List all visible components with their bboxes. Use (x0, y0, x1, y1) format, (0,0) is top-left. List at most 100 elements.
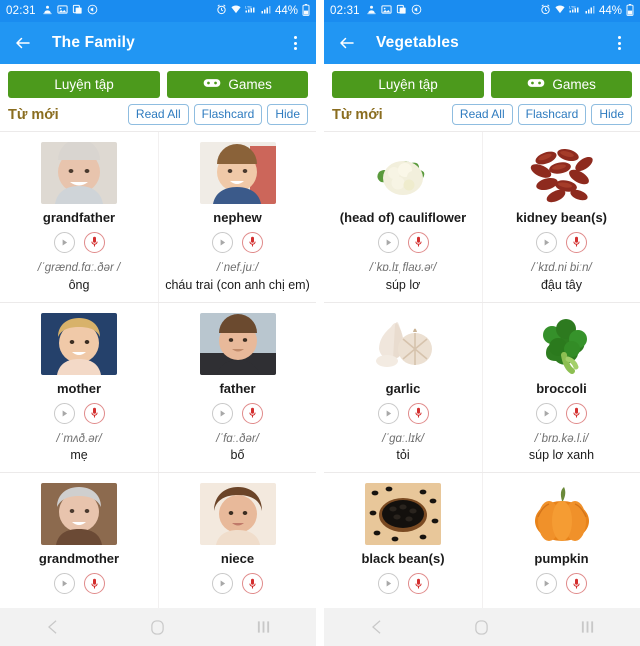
word-grid[interactable]: grandfather /ˈgrænd.fɑː.ðər / ông nephew… (0, 131, 316, 608)
microphone-icon[interactable] (566, 231, 587, 253)
copy-icon (396, 4, 407, 18)
portrait-man-image (199, 312, 276, 375)
word-card[interactable]: garlic /ˈgɑː.lɪk/ tỏi (324, 303, 482, 473)
word-label: (head of) cauliflower (339, 210, 467, 225)
android-nav-bar (324, 608, 640, 646)
word-card[interactable]: nephew /ˈnef.juː/ cháu trai (con anh chị… (158, 132, 316, 302)
word-card[interactable]: mother /ˈmʌð.ər/ mẹ (0, 303, 158, 473)
back-nav-icon[interactable] (357, 613, 397, 641)
phone-screen-vegetables: 02:31 LTE 44% Vegetables Luyện tập Games… (324, 0, 640, 646)
word-card[interactable]: broccoli /ˈbrɒ.kə.l.i/ súp lơ xanh (482, 302, 640, 473)
portrait-elderly-man-image (41, 142, 117, 204)
word-grid[interactable]: (head of) cauliflower /ˈkɒ.lɪˌflaʊ.əʳ/ s… (324, 131, 640, 608)
word-card[interactable]: pumpkin (482, 473, 640, 608)
hide-button[interactable]: Hide (591, 104, 632, 125)
alarm-icon (540, 4, 551, 18)
section-header: Từ mới Read All Flashcard Hide (0, 103, 316, 131)
word-card[interactable]: niece (158, 473, 316, 608)
games-button[interactable]: Games (167, 71, 308, 98)
back-nav-icon[interactable] (33, 613, 73, 641)
word-row: black bean(s) pumpkin (324, 472, 640, 608)
status-bar-notification-icons (366, 4, 422, 18)
microphone-icon[interactable] (242, 573, 263, 595)
word-row: (head of) cauliflower /ˈkɒ.lɪˌflaʊ.əʳ/ s… (324, 131, 640, 302)
lte-signal-icon: LTE (569, 4, 582, 18)
word-audio-controls (536, 402, 587, 424)
play-icon[interactable] (212, 231, 233, 253)
word-card[interactable]: kidney bean(s) /ˈkɪd.ni biːn/ đậu tây (482, 132, 640, 302)
word-card[interactable]: black bean(s) (324, 473, 482, 608)
read-all-button[interactable]: Read All (451, 104, 513, 125)
signal-bars-icon (585, 4, 595, 18)
lte-signal-icon: LTE (245, 4, 258, 18)
gamepad-icon (527, 77, 545, 92)
back-arrow-icon[interactable] (10, 30, 36, 56)
home-nav-icon[interactable] (462, 613, 502, 641)
practice-button-label: Luyện tập (54, 77, 114, 92)
portrait-elderly-woman-image (41, 483, 117, 546)
contacts-sync-icon (42, 4, 53, 18)
microphone-icon[interactable] (83, 573, 105, 595)
word-card[interactable]: father /ˈfɑː.ðər/ bố (158, 302, 316, 473)
kebab-menu-icon[interactable] (608, 30, 630, 56)
microphone-icon[interactable] (83, 402, 105, 424)
play-icon[interactable] (377, 573, 399, 595)
back-arrow-icon[interactable] (334, 30, 360, 56)
play-icon[interactable] (53, 231, 75, 253)
play-icon[interactable] (377, 231, 399, 253)
wifi-icon (230, 4, 242, 18)
play-icon[interactable] (212, 402, 233, 424)
microphone-icon[interactable] (242, 231, 263, 253)
phone-screen-family: 02:31 LTE 44% The Family Luyện tập Games… (0, 0, 316, 646)
recents-nav-icon[interactable] (567, 613, 607, 641)
play-icon[interactable] (536, 231, 557, 253)
practice-button[interactable]: Luyện tập (332, 71, 485, 98)
wifi-icon (554, 4, 566, 18)
hide-button[interactable]: Hide (267, 104, 308, 125)
microphone-icon[interactable] (83, 231, 105, 253)
word-row: mother /ˈmʌð.ər/ mẹ father /ˈfɑː.ðər/ bố (0, 301, 316, 473)
word-card[interactable]: grandmother (0, 473, 158, 608)
section-title: Từ mới (332, 106, 383, 123)
microphone-icon[interactable] (407, 231, 429, 253)
black-beans-image (365, 483, 441, 546)
action-button-row: Luyện tập Games (324, 64, 640, 103)
word-card[interactable]: grandfather /ˈgrænd.fɑː.ðər / ông (0, 132, 158, 302)
word-label: grandmother (38, 551, 120, 567)
cauliflower-image (365, 142, 441, 204)
microphone-icon[interactable] (407, 402, 429, 424)
word-card[interactable]: (head of) cauliflower /ˈkɒ.lɪˌflaʊ.əʳ/ s… (324, 132, 482, 302)
play-icon[interactable] (53, 573, 75, 595)
battery-icon (626, 3, 634, 19)
status-bar-notification-icons (42, 4, 98, 18)
games-button-label: Games (228, 77, 272, 92)
volume-icon (87, 4, 98, 18)
section-title: Từ mới (8, 106, 59, 123)
practice-button[interactable]: Luyện tập (8, 71, 161, 98)
app-bar: Vegetables (324, 22, 640, 64)
microphone-icon[interactable] (566, 573, 587, 595)
word-label: nephew (213, 210, 262, 225)
kidney-beans-image (523, 142, 600, 204)
copy-icon (72, 4, 83, 18)
play-icon[interactable] (212, 573, 233, 595)
microphone-icon[interactable] (407, 573, 429, 595)
flashcard-button[interactable]: Flashcard (193, 104, 263, 125)
word-audio-controls (377, 573, 429, 595)
word-audio-controls (212, 573, 263, 595)
home-nav-icon[interactable] (138, 613, 178, 641)
recents-nav-icon[interactable] (243, 613, 283, 641)
play-icon[interactable] (536, 573, 557, 595)
microphone-icon[interactable] (566, 402, 587, 424)
play-icon[interactable] (377, 402, 399, 424)
flashcard-button[interactable]: Flashcard (517, 104, 587, 125)
microphone-icon[interactable] (242, 402, 263, 424)
battery-percent-label: 44% (274, 5, 298, 17)
play-icon[interactable] (536, 402, 557, 424)
games-button[interactable]: Games (491, 71, 632, 98)
play-icon[interactable] (53, 402, 75, 424)
contacts-sync-icon (366, 4, 377, 18)
kebab-menu-icon[interactable] (284, 30, 306, 56)
status-bar-system-icons: LTE 44% (216, 3, 310, 19)
read-all-button[interactable]: Read All (127, 104, 189, 125)
